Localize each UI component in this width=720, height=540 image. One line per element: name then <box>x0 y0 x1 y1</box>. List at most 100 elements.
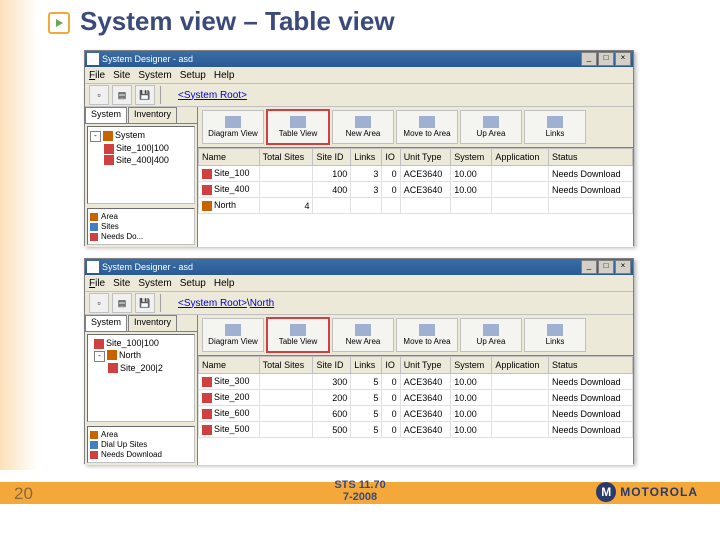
tab-inventory[interactable]: Inventory <box>128 315 177 331</box>
up-area-button[interactable]: Up Area <box>460 318 522 352</box>
col-header[interactable]: Links <box>351 149 382 166</box>
menu-setup[interactable]: Setup <box>180 70 206 81</box>
new-area-button[interactable]: New Area <box>332 110 394 144</box>
tab-system[interactable]: System <box>85 107 127 123</box>
table-row[interactable]: Site_10010030ACE364010.00Needs Download <box>199 166 633 182</box>
main-panel: Diagram View Table View New Area Move to… <box>198 107 633 247</box>
maximize-button[interactable]: □ <box>598 52 614 66</box>
app-icon <box>87 261 99 273</box>
move-to-area-button[interactable]: Move to Area <box>396 110 458 144</box>
col-header[interactable]: Links <box>351 357 382 374</box>
site-icon <box>104 144 114 154</box>
col-header[interactable]: Unit Type <box>400 357 451 374</box>
col-header[interactable]: Application <box>492 149 549 166</box>
breadcrumb-root[interactable]: <System Root> <box>178 90 247 101</box>
col-header[interactable]: Status <box>549 357 633 374</box>
col-header[interactable]: Total Sites <box>259 149 313 166</box>
table-row[interactable]: Site_40040030ACE364010.00Needs Download <box>199 182 633 198</box>
move-to-area-button[interactable]: Move to Area <box>396 318 458 352</box>
links-button[interactable]: Links <box>524 110 586 144</box>
motorola-logo: M MOTOROLA <box>596 482 698 502</box>
site-icon <box>202 425 212 435</box>
col-header[interactable]: Name <box>199 357 260 374</box>
diagram-icon <box>225 116 241 128</box>
breadcrumb: <System Root>\North <box>178 298 274 309</box>
table-row[interactable]: Site_60060050ACE364010.00Needs Download <box>199 406 633 422</box>
maximize-button[interactable]: □ <box>598 260 614 274</box>
table-row[interactable]: North4 <box>199 198 633 214</box>
table-view-button[interactable]: Table View <box>266 317 330 353</box>
new-area-button[interactable]: New Area <box>332 318 394 352</box>
site-icon <box>108 363 118 373</box>
tab-inventory[interactable]: Inventory <box>128 107 177 123</box>
menu-site[interactable]: Site <box>113 278 130 289</box>
menu-setup[interactable]: Setup <box>180 278 206 289</box>
site-icon <box>202 169 212 179</box>
system-icon <box>103 131 113 141</box>
toolbar-new-icon[interactable]: ▫ <box>89 293 109 313</box>
menu-site[interactable]: Site <box>113 70 130 81</box>
col-header[interactable]: Site ID <box>313 149 351 166</box>
tree-view[interactable]: -System Site_100|100 Site_400|400 <box>87 126 195 204</box>
main-panel: Diagram View Table View New Area Move to… <box>198 315 633 465</box>
menu-file[interactable]: File <box>89 278 105 289</box>
links-icon <box>547 324 563 336</box>
col-header[interactable]: Name <box>199 149 260 166</box>
site-icon <box>202 377 212 387</box>
col-header[interactable]: Total Sites <box>259 357 313 374</box>
links-button[interactable]: Links <box>524 318 586 352</box>
data-grid[interactable]: NameTotal SitesSite IDLinksIOUnit TypeSy… <box>198 356 633 465</box>
titlebar: System Designer - asd _ □ × <box>85 51 633 67</box>
col-header[interactable]: Application <box>492 357 549 374</box>
data-grid[interactable]: NameTotal SitesSite IDLinksIOUnit TypeSy… <box>198 148 633 247</box>
col-header[interactable]: Status <box>549 149 633 166</box>
breadcrumb-root[interactable]: <System Root> <box>178 298 247 309</box>
toolbar-save-icon[interactable]: 💾 <box>135 293 155 313</box>
toolbar-save-icon[interactable]: 💾 <box>135 85 155 105</box>
table-row[interactable]: Site_20020050ACE364010.00Needs Download <box>199 390 633 406</box>
col-header[interactable]: IO <box>382 149 400 166</box>
minimize-button[interactable]: _ <box>581 260 597 274</box>
expand-icon[interactable]: - <box>90 131 101 142</box>
view-toolbar: Diagram View Table View New Area Move to… <box>198 107 633 148</box>
menu-file[interactable]: File <box>89 70 105 81</box>
app-window-2: System Designer - asd _ □ × File Site Sy… <box>84 258 634 464</box>
col-header[interactable]: Unit Type <box>400 149 451 166</box>
up-area-button[interactable]: Up Area <box>460 110 522 144</box>
close-button[interactable]: × <box>615 52 631 66</box>
toolbar-open-icon[interactable]: ▤ <box>112 293 132 313</box>
toolbar-new-icon[interactable]: ▫ <box>89 85 109 105</box>
site-icon <box>202 393 212 403</box>
menu-help[interactable]: Help <box>214 278 235 289</box>
close-button[interactable]: × <box>615 260 631 274</box>
col-header[interactable]: System <box>451 149 492 166</box>
menu-help[interactable]: Help <box>214 70 235 81</box>
uparea-icon <box>483 324 499 336</box>
minimize-button[interactable]: _ <box>581 52 597 66</box>
diagram-icon <box>225 324 241 336</box>
diagram-view-button[interactable]: Diagram View <box>202 110 264 144</box>
legend-sites-icon <box>90 223 98 231</box>
slide-footer: 20 STS 11.707-2008 M MOTOROLA <box>0 476 720 540</box>
toolbar-open-icon[interactable]: ▤ <box>112 85 132 105</box>
sidebar: System Inventory Site_100|100 -North Sit… <box>85 315 198 465</box>
diagram-view-button[interactable]: Diagram View <box>202 318 264 352</box>
breadcrumb-north[interactable]: North <box>250 298 274 309</box>
menubar: File Site System Setup Help <box>85 67 633 84</box>
table-view-button[interactable]: Table View <box>266 109 330 145</box>
tree-view[interactable]: Site_100|100 -North Site_200|2 <box>87 334 195 422</box>
uparea-icon <box>483 116 499 128</box>
menu-system[interactable]: System <box>138 278 171 289</box>
legend-needs-icon <box>90 451 98 459</box>
expand-icon[interactable]: - <box>94 351 105 362</box>
table-row[interactable]: Site_30030050ACE364010.00Needs Download <box>199 374 633 390</box>
tab-system[interactable]: System <box>85 315 127 331</box>
logo-icon: M <box>596 482 616 502</box>
col-header[interactable]: Site ID <box>313 357 351 374</box>
table-row[interactable]: Site_50050050ACE364010.00Needs Download <box>199 422 633 438</box>
menu-system[interactable]: System <box>138 70 171 81</box>
col-header[interactable]: System <box>451 357 492 374</box>
col-header[interactable]: IO <box>382 357 400 374</box>
logo-text: MOTOROLA <box>620 485 698 499</box>
legend-area-icon <box>90 431 98 439</box>
